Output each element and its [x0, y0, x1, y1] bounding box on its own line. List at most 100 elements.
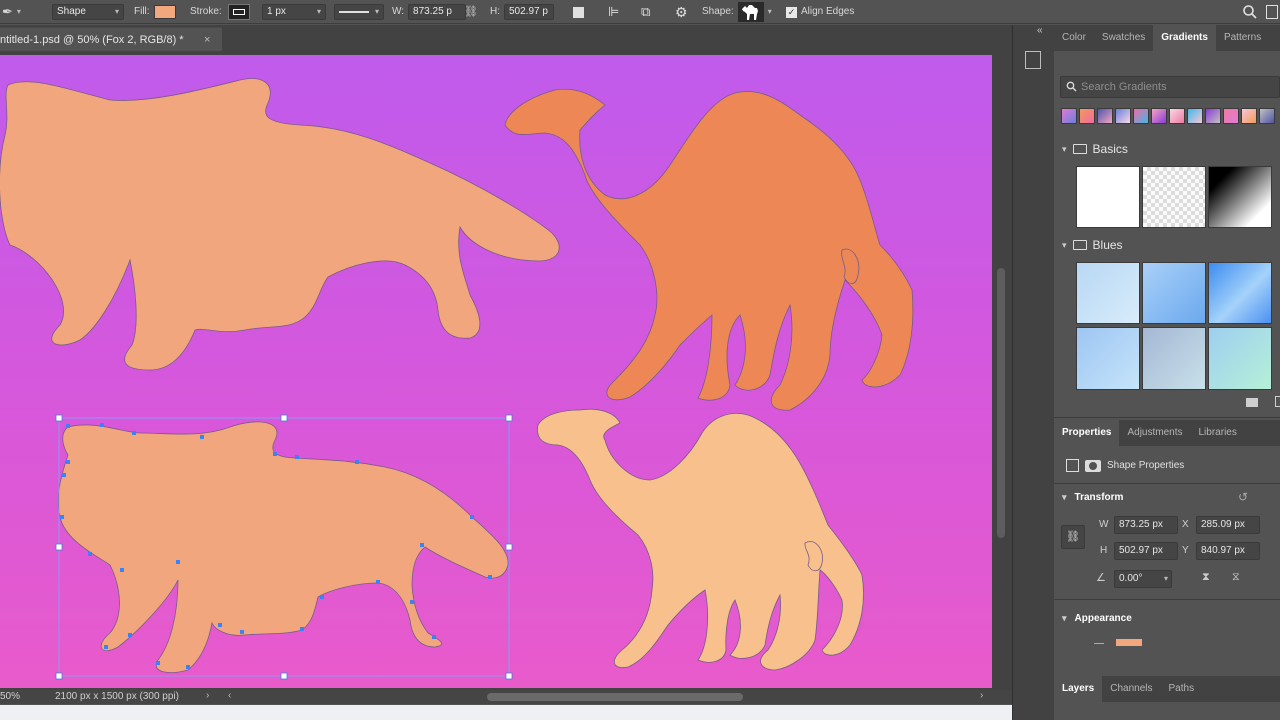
- prop-height-input[interactable]: 502.97 px: [1114, 542, 1178, 560]
- gear-icon[interactable]: ⚙: [675, 0, 688, 24]
- prop-width-value: 873.25 px: [1119, 519, 1163, 530]
- flip-vertical-icon[interactable]: ⧖: [1232, 571, 1240, 584]
- tool-mode-wrap: Shape ▾: [52, 0, 124, 24]
- prop-y-input[interactable]: 840.97 px: [1196, 542, 1260, 560]
- tab-paths[interactable]: Paths: [1161, 676, 1203, 702]
- gradient-group-blues[interactable]: ▾ Blues: [1062, 238, 1123, 252]
- gradients-search-input[interactable]: Search Gradients: [1060, 76, 1280, 98]
- path-arrangement-icon[interactable]: ⧉: [641, 0, 650, 24]
- reset-transform-icon[interactable]: ↺: [1238, 490, 1248, 504]
- prop-x-label: X: [1182, 519, 1189, 530]
- artboard[interactable]: [0, 55, 992, 688]
- prop-angle-value: 0.00°: [1119, 573, 1143, 584]
- link-dimensions-icon[interactable]: ⛓: [1061, 525, 1085, 549]
- collapse-panels-icon[interactable]: «: [1037, 25, 1043, 36]
- gradient-tile-blue-1[interactable]: [1076, 262, 1140, 324]
- recent-gradient-swatch[interactable]: [1133, 108, 1149, 124]
- group-basics-label: Basics: [1092, 142, 1128, 156]
- recent-gradient-swatch[interactable]: [1259, 108, 1275, 124]
- fox-shape-1[interactable]: [0, 78, 560, 371]
- vertical-scroll-thumb[interactable]: [997, 268, 1005, 538]
- document-tab[interactable]: ntitled-1.psd @ 50% (Fox 2, RGB/8) * ×: [0, 27, 222, 51]
- camel-shape-1[interactable]: [504, 88, 914, 411]
- path-operations-icon[interactable]: [573, 0, 584, 24]
- gradient-tile-black-white[interactable]: [1208, 166, 1272, 228]
- recent-gradient-swatch[interactable]: [1151, 108, 1167, 124]
- appearance-section-header[interactable]: ▾ Appearance: [1062, 613, 1132, 624]
- height-input[interactable]: 502.97 p: [504, 4, 554, 20]
- chevron-down-icon: ▾: [1062, 492, 1067, 502]
- transform-section-header[interactable]: ▾ Transform: [1062, 492, 1123, 503]
- recent-gradient-swatch[interactable]: [1115, 108, 1131, 124]
- recent-gradient-swatch[interactable]: [1205, 108, 1221, 124]
- gradient-tile-blue-2[interactable]: [1142, 262, 1206, 324]
- new-gradient-icon[interactable]: [1275, 396, 1280, 407]
- zoom-level[interactable]: 50%: [0, 691, 20, 702]
- vertical-scrollbar[interactable]: [994, 58, 1008, 684]
- shape-label: Shape:: [702, 6, 734, 17]
- tool-mode-value: Shape: [57, 6, 86, 17]
- link-dimensions-icon[interactable]: ⛓: [464, 0, 478, 24]
- tab-color[interactable]: Color: [1054, 25, 1094, 51]
- recent-gradient-swatch[interactable]: [1223, 108, 1239, 124]
- tab-layers[interactable]: Layers: [1054, 676, 1103, 702]
- recent-gradient-swatch[interactable]: [1079, 108, 1095, 124]
- shape-picker[interactable]: [737, 2, 764, 22]
- tab-patterns[interactable]: Patterns: [1216, 25, 1269, 51]
- search-icon[interactable]: [1242, 0, 1258, 24]
- stroke-type-select[interactable]: ▾: [334, 4, 384, 20]
- fill-swatch[interactable]: [153, 5, 176, 19]
- stroke-width-wrap: 1 px ▾: [262, 0, 326, 24]
- scroll-left-icon[interactable]: ‹: [228, 690, 231, 701]
- stroke-swatch[interactable]: [227, 4, 250, 20]
- prop-width-input[interactable]: 873.25 px: [1114, 516, 1178, 534]
- workspace-icon[interactable]: [1266, 0, 1278, 24]
- tool-preset-picker[interactable]: ✒ ▾: [2, 0, 21, 24]
- folder-icon: [1072, 240, 1087, 250]
- gradient-tile-white[interactable]: [1076, 166, 1140, 228]
- appearance-fill-swatch[interactable]: [1116, 639, 1142, 646]
- recent-gradient-swatch[interactable]: [1061, 108, 1077, 124]
- tab-adjustments[interactable]: Adjustments: [1119, 420, 1190, 446]
- new-group-folder-icon[interactable]: [1246, 398, 1258, 407]
- tool-mode-select[interactable]: Shape ▾: [52, 4, 124, 20]
- flip-horizontal-icon[interactable]: ⧗: [1202, 571, 1210, 584]
- tab-swatches[interactable]: Swatches: [1094, 25, 1153, 51]
- history-panel-icon[interactable]: [1025, 51, 1041, 69]
- prop-x-input[interactable]: 285.09 px: [1196, 516, 1260, 534]
- tab-properties[interactable]: Properties: [1054, 420, 1120, 446]
- shape-properties-header: Shape Properties: [1066, 459, 1184, 472]
- stroke-width-input[interactable]: 1 px ▾: [262, 4, 326, 20]
- fox-shape-2[interactable]: [57, 421, 509, 673]
- tab-gradients[interactable]: Gradients: [1153, 25, 1216, 51]
- prop-height-label: H: [1100, 545, 1108, 556]
- gradient-tile-transparent[interactable]: [1142, 166, 1206, 228]
- recent-gradient-swatch[interactable]: [1097, 108, 1113, 124]
- tab-libraries[interactable]: Libraries: [1191, 420, 1245, 446]
- prop-width-label: W: [1099, 519, 1109, 530]
- properties-panel-tabs: Properties Adjustments Libraries: [1054, 420, 1280, 446]
- recent-gradient-swatch[interactable]: [1169, 108, 1185, 124]
- status-chevron-icon[interactable]: ›: [206, 690, 209, 701]
- path-alignment-icon[interactable]: ⊫: [608, 0, 619, 24]
- prop-angle-input[interactable]: 0.00° ▾: [1114, 570, 1172, 588]
- scroll-right-icon[interactable]: ›: [980, 690, 983, 701]
- document-info[interactable]: 2100 px x 1500 px (300 ppi): [55, 691, 179, 702]
- chevron-down-icon: ▾: [1062, 239, 1067, 250]
- recent-gradient-swatch[interactable]: [1187, 108, 1203, 124]
- close-tab-icon[interactable]: ×: [204, 28, 210, 52]
- gradient-tile-blue-5[interactable]: [1142, 327, 1206, 390]
- stroke-none-icon[interactable]: [1094, 643, 1104, 644]
- transform-box-icon: [1066, 459, 1079, 472]
- gradient-tile-blue-3[interactable]: [1208, 262, 1272, 324]
- camel-shape-2[interactable]: [537, 408, 864, 671]
- tab-channels[interactable]: Channels: [1102, 676, 1160, 702]
- gradient-tile-blue-4[interactable]: [1076, 327, 1140, 390]
- prop-height-value: 502.97 px: [1119, 545, 1163, 556]
- gradient-tile-blue-6[interactable]: [1208, 327, 1272, 390]
- gradient-group-basics[interactable]: ▾ Basics: [1062, 142, 1128, 156]
- recent-gradient-swatch[interactable]: [1241, 108, 1257, 124]
- width-input[interactable]: 873.25 p: [408, 4, 467, 20]
- group-blues-label: Blues: [1092, 238, 1123, 252]
- align-edges-checkbox[interactable]: ✓: [786, 6, 797, 18]
